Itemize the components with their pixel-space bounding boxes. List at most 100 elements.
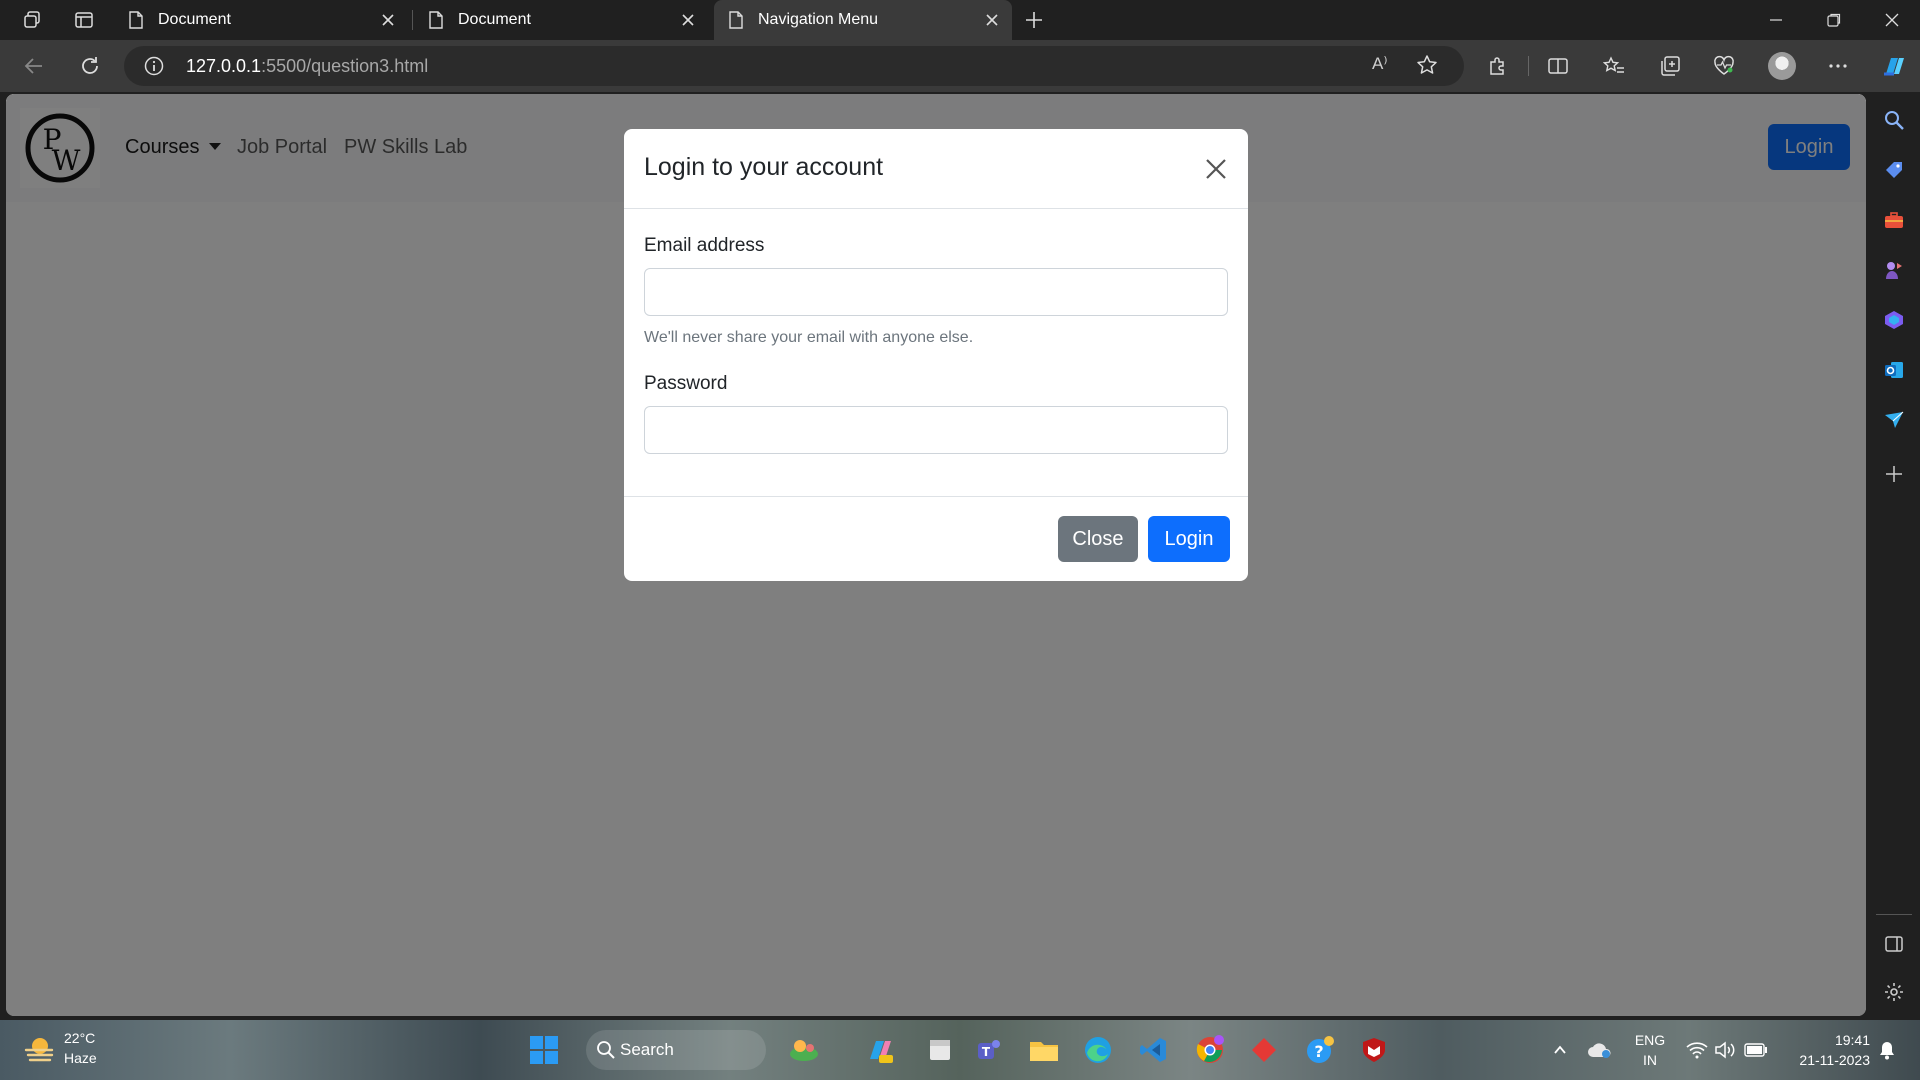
close-tab-icon[interactable] — [982, 10, 1002, 30]
vscode-icon[interactable] — [1138, 1034, 1170, 1066]
more-dots-icon — [1829, 64, 1847, 68]
copilot-icon — [1884, 58, 1904, 76]
tab-actions-icon[interactable] — [66, 4, 102, 36]
url-path: :5500/question3.html — [261, 56, 429, 76]
language-region[interactable]: IN — [1632, 1052, 1668, 1068]
password-field[interactable] — [644, 406, 1228, 454]
collections-icon — [1661, 56, 1680, 76]
volume-icon[interactable] — [1712, 1034, 1738, 1066]
new-tab-button[interactable] — [1016, 4, 1052, 36]
tab-document-2[interactable]: Document — [414, 0, 708, 40]
copilot-button[interactable] — [1874, 48, 1914, 84]
teams-icon[interactable]: T — [972, 1034, 1004, 1066]
close-window-button[interactable] — [1864, 0, 1920, 40]
tab-separator — [412, 10, 413, 30]
login-modal: Login to your account Email address We'l… — [624, 129, 1248, 581]
notification-bell-icon[interactable] — [1874, 1034, 1900, 1066]
chevron-up-icon[interactable] — [1546, 1034, 1574, 1066]
widgets-icon[interactable] — [788, 1034, 820, 1066]
svg-text:T: T — [982, 1045, 991, 1059]
reload-button[interactable] — [70, 48, 110, 84]
toolbar-separator — [1528, 56, 1529, 76]
close-tab-icon[interactable] — [678, 10, 698, 30]
git-diamond-icon[interactable] — [1248, 1034, 1280, 1066]
copilot-preview-icon[interactable] — [864, 1034, 896, 1066]
weather-haze-icon[interactable] — [22, 1032, 56, 1071]
minimize-button[interactable] — [1748, 0, 1804, 40]
reload-icon — [82, 57, 98, 74]
tools-briefcase-icon[interactable] — [1880, 206, 1908, 234]
browser-tab-strip: Document Document Navigation Menu — [0, 0, 1920, 40]
mcafee-shield-icon[interactable] — [1358, 1034, 1390, 1066]
send-plane-icon[interactable] — [1880, 406, 1908, 434]
add-plus-icon[interactable] — [1880, 460, 1908, 488]
search-label: Search — [620, 1040, 674, 1059]
gear-icon[interactable] — [1880, 978, 1908, 1006]
browser-essentials-button[interactable] — [1704, 48, 1744, 84]
help-icon[interactable]: ? — [1304, 1034, 1336, 1066]
clock-date[interactable]: 21-11-2023 — [1782, 1052, 1870, 1068]
profile-button[interactable] — [1762, 48, 1802, 84]
tab-label: Document — [458, 11, 531, 28]
read-aloud-icon[interactable]: A⁾ — [1372, 54, 1388, 74]
page-viewport: P W Courses Job Portal PW Skills Lab Log… — [6, 94, 1866, 1016]
heart-pulse-icon — [1714, 55, 1734, 75]
search-icon — [596, 1040, 616, 1065]
file-explorer-icon[interactable] — [1028, 1034, 1060, 1066]
address-bar[interactable]: 127.0.0.1:5500/question3.html A⁾ — [124, 46, 1464, 86]
clock-time[interactable]: 19:41 — [1782, 1032, 1870, 1048]
taskbar-search[interactable]: Search — [586, 1030, 766, 1070]
back-button[interactable] — [14, 48, 54, 84]
onedrive-cloud-icon[interactable] — [1586, 1034, 1614, 1066]
url-host: 127.0.0.1 — [186, 56, 262, 76]
close-icon[interactable] — [1202, 155, 1230, 183]
collections-button[interactable] — [1650, 48, 1690, 84]
workspaces-icon[interactable] — [14, 4, 50, 36]
games-icon[interactable] — [1880, 256, 1908, 284]
shopping-tag-icon[interactable] — [1880, 156, 1908, 184]
chrome-icon[interactable] — [1194, 1034, 1226, 1066]
email-label: Email address — [644, 235, 765, 256]
split-screen-icon — [1548, 58, 1568, 74]
task-view-icon[interactable] — [924, 1034, 956, 1066]
favorites-button[interactable] — [1594, 48, 1634, 84]
avatar — [1768, 52, 1796, 80]
login-button[interactable]: Login — [1148, 516, 1230, 562]
split-screen-button[interactable] — [1538, 48, 1578, 84]
settings-more-button[interactable] — [1818, 48, 1858, 84]
edge-sidebar — [1868, 92, 1920, 1020]
email-field[interactable] — [644, 268, 1228, 316]
tab-navigation-menu[interactable]: Navigation Menu — [714, 0, 1012, 40]
extensions-button[interactable] — [1478, 48, 1518, 84]
microsoft-365-icon[interactable] — [1880, 306, 1908, 334]
page-icon — [728, 11, 744, 29]
puzzle-icon — [1490, 57, 1504, 75]
email-help-text: We'll never share your email with anyone… — [644, 329, 974, 346]
password-label: Password — [644, 373, 728, 394]
modal-header: Login to your account — [624, 129, 1248, 209]
site-info-icon[interactable] — [144, 56, 164, 81]
language-primary[interactable]: ENG — [1632, 1032, 1668, 1048]
back-arrow-icon — [24, 58, 42, 74]
wifi-icon[interactable] — [1684, 1034, 1710, 1066]
modal-footer-divider — [624, 496, 1248, 497]
edge-browser-icon[interactable] — [1082, 1034, 1114, 1066]
hide-sidebar-icon[interactable] — [1880, 930, 1908, 958]
tab-label: Navigation Menu — [758, 11, 879, 28]
svg-text:?: ? — [1314, 1042, 1323, 1061]
close-button[interactable]: Close — [1058, 516, 1138, 562]
modal-title: Login to your account — [644, 153, 884, 181]
weather-temperature: 22°C — [64, 1030, 96, 1046]
browser-toolbar: 127.0.0.1:5500/question3.html A⁾ — [0, 40, 1920, 92]
close-tab-icon[interactable] — [378, 10, 398, 30]
windows-start-icon[interactable] — [528, 1034, 560, 1066]
search-icon[interactable] — [1880, 106, 1908, 134]
tab-document-1[interactable]: Document — [114, 0, 408, 40]
tab-label: Document — [158, 11, 231, 28]
outlook-icon[interactable] — [1880, 356, 1908, 384]
restore-button[interactable] — [1806, 0, 1862, 40]
windows-taskbar: 22°C Haze Search T ? ENG IN 19:41 21-11-… — [0, 1020, 1920, 1080]
battery-icon[interactable] — [1742, 1034, 1770, 1066]
weather-description: Haze — [64, 1050, 97, 1066]
favorite-star-icon[interactable] — [1416, 54, 1438, 81]
